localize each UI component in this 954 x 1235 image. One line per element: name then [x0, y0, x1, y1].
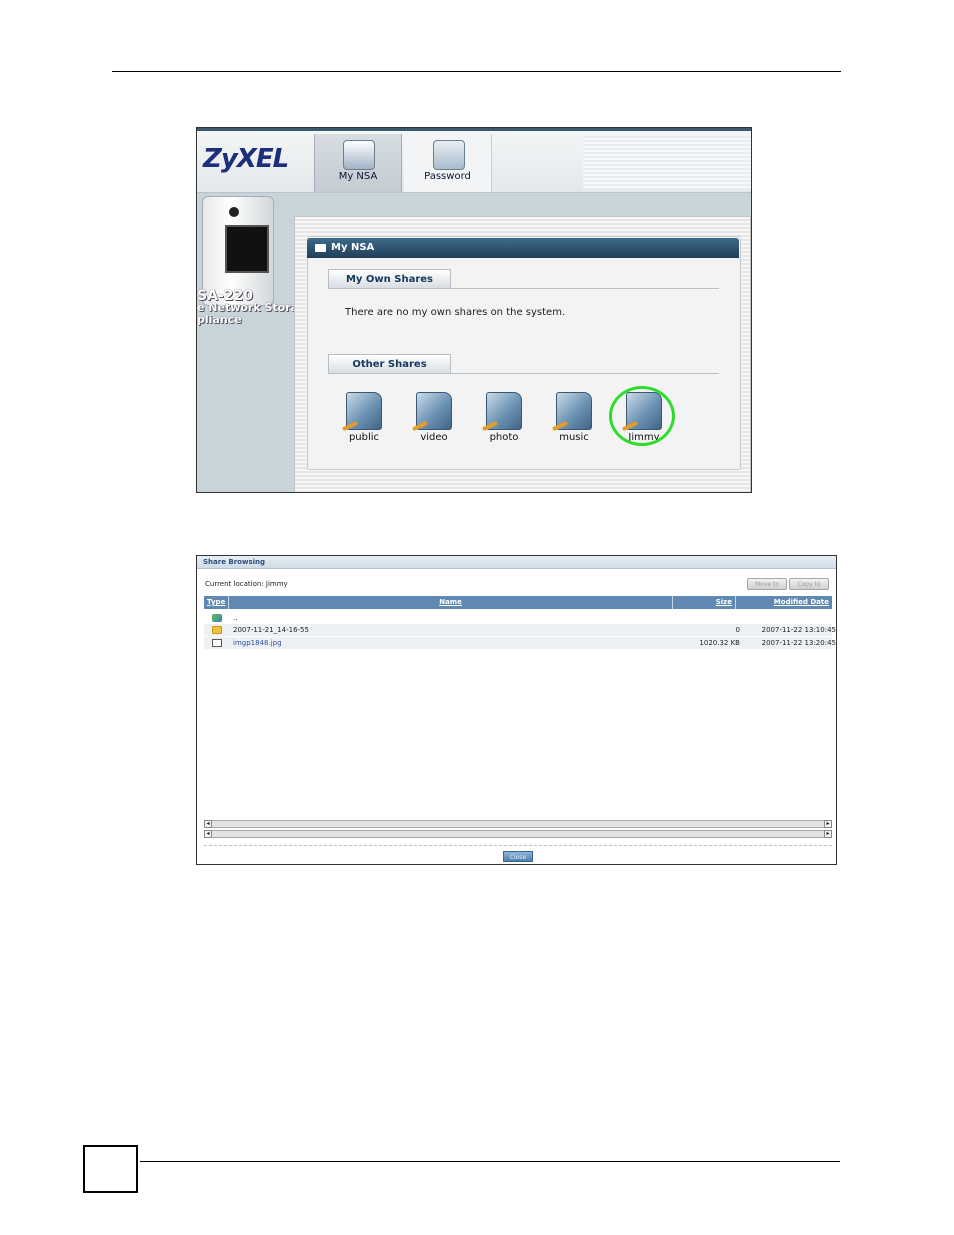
row-size: 1020.32 KB	[699, 639, 740, 647]
share-label: photo	[489, 432, 519, 443]
share-label: music	[559, 432, 589, 443]
tab-my-nsa-label: My NSA	[338, 171, 378, 182]
other-shares-header: Other Shares	[328, 354, 451, 374]
column-size[interactable]: Size	[673, 596, 736, 609]
copy-to-button[interactable]: Copy to	[789, 578, 829, 590]
scroll-right-icon[interactable]: ▸	[824, 830, 832, 838]
header-pattern	[583, 136, 751, 190]
panel-title-bar: My NSA	[307, 238, 739, 258]
row-name: 2007-11-21_14-16-55	[233, 626, 309, 634]
share-photo[interactable]: photo	[474, 390, 534, 448]
section-divider	[328, 373, 719, 374]
highlight-circle	[609, 386, 675, 446]
password-card-icon	[432, 140, 465, 170]
folder-icon	[315, 244, 326, 252]
column-modified-date[interactable]: Modified Date	[736, 596, 832, 609]
scroll-left-icon[interactable]: ◂	[204, 830, 212, 838]
close-button[interactable]: Close	[503, 851, 533, 862]
row-size: 0	[735, 626, 740, 634]
zyxel-logo: ZyXEL	[203, 144, 289, 174]
row-name[interactable]: imgp1848.jpg	[233, 637, 282, 649]
tab-password-label: Password	[424, 171, 471, 182]
tab-my-nsa[interactable]: My NSA	[314, 134, 402, 192]
my-own-shares-header: My Own Shares	[328, 269, 451, 289]
table-row[interactable]: 2007-11-21_14-16-55 0 2007-11-22 13:10:4…	[204, 624, 836, 636]
folder-icon	[212, 626, 222, 634]
current-location: Current location: Jimmy	[205, 580, 288, 588]
footer-divider	[204, 845, 832, 846]
window-title: Share Browsing	[197, 556, 836, 569]
share-browsing-screenshot: Share Browsing Current location: Jimmy M…	[196, 555, 837, 865]
my-nsa-screenshot: ZyXEL My NSA Password SA-220 e Network S…	[196, 127, 752, 493]
section-divider	[328, 288, 719, 289]
share-label: public	[348, 432, 380, 443]
share-music[interactable]: music	[544, 390, 604, 448]
footer-rule	[140, 1161, 840, 1162]
move-to-button[interactable]: Move to	[747, 578, 787, 590]
scroll-left-icon[interactable]: ◂	[204, 820, 212, 828]
horizontal-scrollbar[interactable]: ◂ ▸	[204, 830, 832, 838]
page-number-box	[83, 1145, 138, 1193]
column-type[interactable]: Type	[204, 596, 229, 609]
table-row[interactable]: ..	[204, 612, 832, 624]
row-name: ..	[233, 614, 238, 622]
row-modified: 2007-11-22 13:10:45	[761, 626, 836, 634]
up-folder-icon	[212, 614, 222, 622]
share-public[interactable]: public	[334, 390, 394, 448]
no-shares-message: There are no my own shares on the system…	[345, 307, 566, 318]
device-screen	[225, 225, 269, 273]
nsa-device-icon	[343, 140, 375, 170]
column-name[interactable]: Name	[229, 596, 673, 609]
panel-title: My NSA	[331, 242, 375, 253]
image-file-icon	[212, 639, 222, 647]
tab-password[interactable]: Password	[404, 134, 492, 192]
header-rule	[112, 71, 841, 72]
share-video[interactable]: video	[404, 390, 464, 448]
row-modified: 2007-11-22 13:20:45	[761, 639, 836, 647]
share-label: video	[420, 432, 448, 443]
device-button	[229, 207, 239, 217]
scroll-right-icon[interactable]: ▸	[824, 820, 832, 828]
table-row[interactable]: imgp1848.jpg 1020.32 KB 2007-11-22 13:20…	[204, 637, 836, 649]
horizontal-scrollbar[interactable]: ◂ ▸	[204, 820, 832, 828]
